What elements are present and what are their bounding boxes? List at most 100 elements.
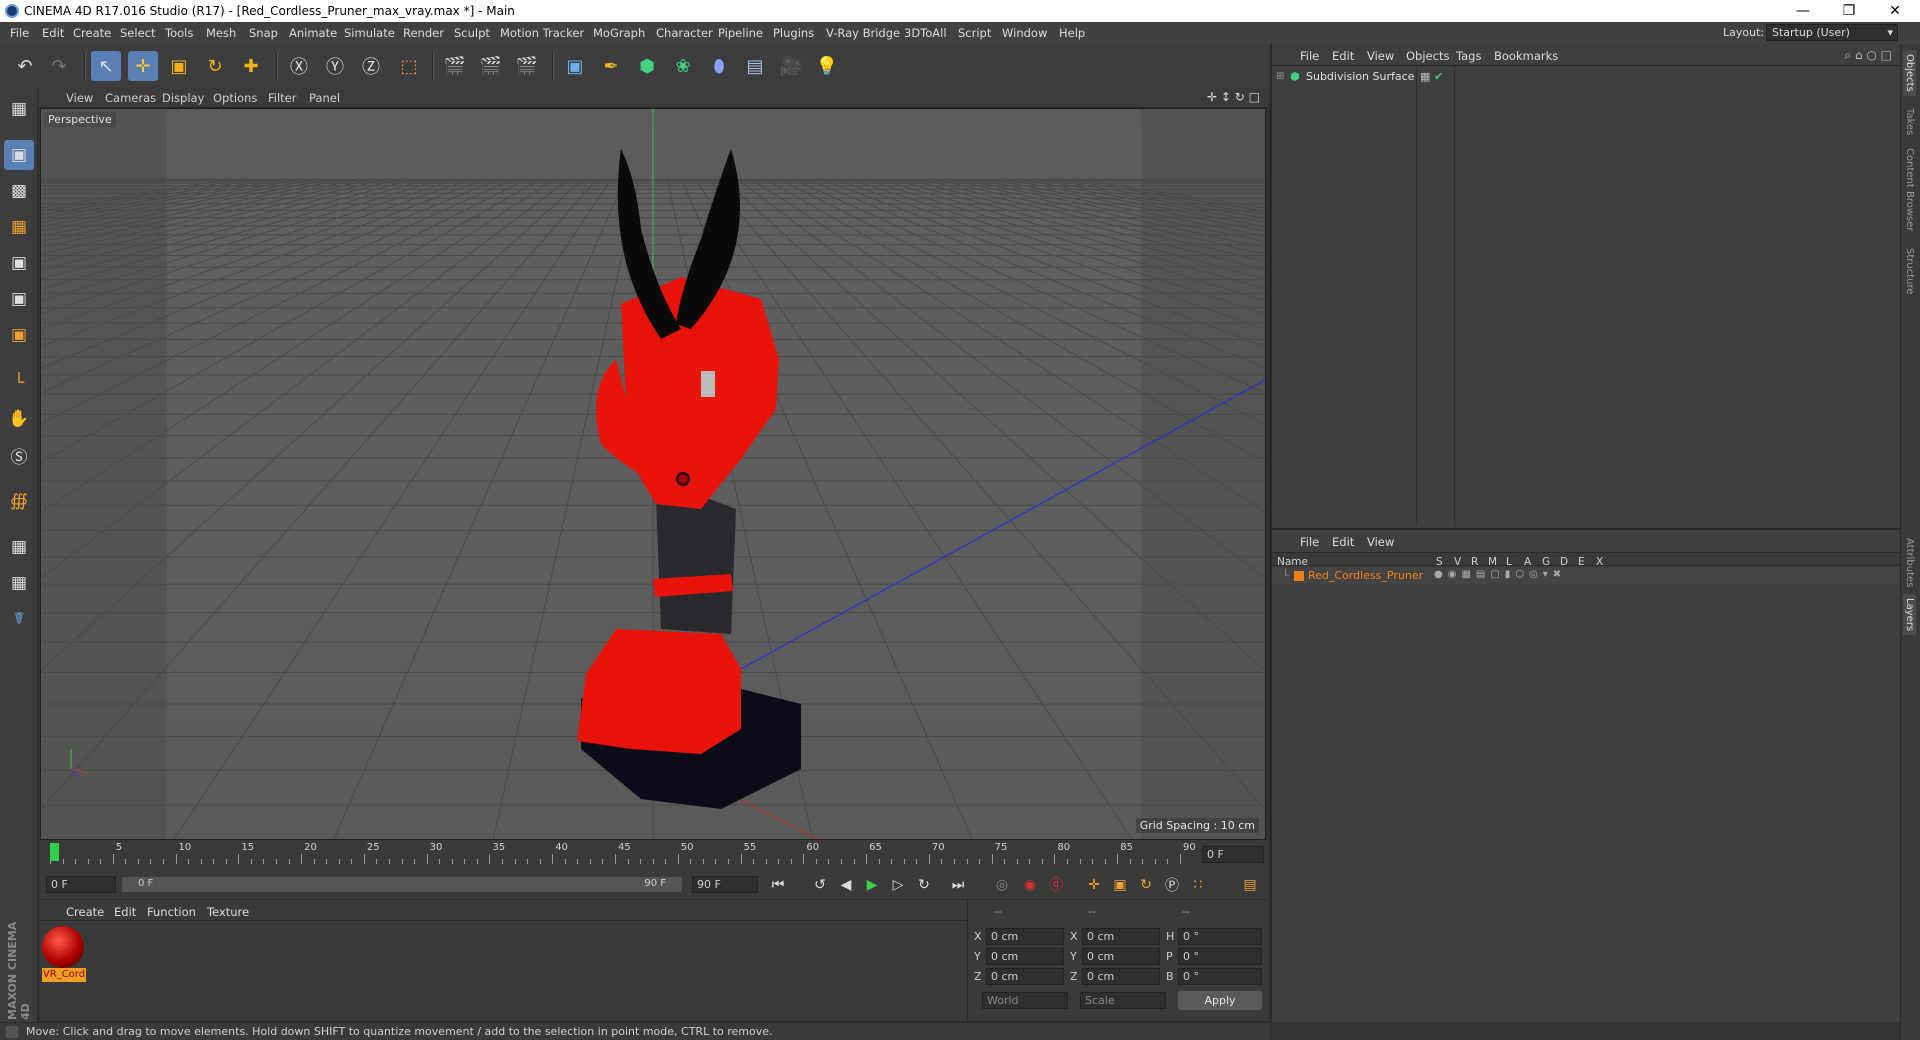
menu-help[interactable]: Help <box>1059 26 1085 40</box>
menu-character[interactable]: Character <box>656 26 713 40</box>
grid-snap-icon[interactable]: ▦ <box>4 568 34 598</box>
key-scale-icon[interactable]: ▣ <box>1108 874 1132 896</box>
cube-primitive-icon[interactable]: ▣ <box>560 51 590 81</box>
position-x-field[interactable]: 0 cm <box>986 928 1064 945</box>
menu-render[interactable]: Render <box>403 26 444 40</box>
material-menu-edit[interactable]: Edit <box>114 905 136 919</box>
menu-sculpt[interactable]: Sculpt <box>454 26 490 40</box>
world-coordinates-icon[interactable]: ⬚ <box>394 51 424 81</box>
texture-mode-icon[interactable]: ▩ <box>4 176 34 206</box>
menu-mesh[interactable]: Mesh <box>206 26 236 40</box>
menu-edit[interactable]: Edit <box>42 26 64 40</box>
menu-script[interactable]: Script <box>958 26 991 40</box>
step-forward-icon[interactable]: ▷ <box>886 874 910 896</box>
size-mode-select[interactable]: Scale <box>1080 992 1166 1009</box>
edges-mode-icon[interactable]: ▣ <box>4 284 34 314</box>
layers-menu-view[interactable]: View <box>1367 535 1394 549</box>
menu-create[interactable]: Create <box>73 26 111 40</box>
material-menu-texture[interactable]: Texture <box>207 905 249 919</box>
layers-menu-file[interactable]: File <box>1300 535 1319 549</box>
viewport-menu-filter[interactable]: Filter <box>268 91 296 105</box>
undo-icon[interactable]: ↶ <box>10 51 40 81</box>
search-icon[interactable]: ⌕ ⌂ ○ □ <box>1844 48 1892 63</box>
record-icon[interactable]: ◉ <box>1018 874 1042 896</box>
snapping-icon[interactable]: Ⓢ <box>4 440 34 470</box>
cloner-icon[interactable]: ❀ <box>668 51 698 81</box>
position-z-field[interactable]: 0 cm <box>986 968 1064 985</box>
floor-environment-icon[interactable]: ▤ <box>740 51 770 81</box>
rotation-p-field[interactable]: 0 ° <box>1178 948 1262 965</box>
tab-layers[interactable]: Layers <box>1903 594 1916 636</box>
objects-menu-file[interactable]: File <box>1300 49 1319 63</box>
subdivision-surface-icon[interactable]: ⬢ <box>632 51 662 81</box>
menu-snap[interactable]: Snap <box>249 26 278 40</box>
goto-end-icon[interactable]: ⏭ <box>946 874 970 896</box>
material-menu-function[interactable]: Function <box>147 905 196 919</box>
layer-toggle-icons[interactable]: ●◉▦▤▢▮⬡◎▾✖ <box>1434 569 1566 580</box>
playhead[interactable] <box>50 843 59 861</box>
step-back-icon[interactable]: ◀ <box>834 874 858 896</box>
menu-motion-tracker[interactable]: Motion Tracker <box>500 26 584 40</box>
visibility-toggle-icon[interactable]: ▦ <box>1420 70 1430 83</box>
workplane-mode-icon[interactable]: ▦ <box>4 212 34 242</box>
tweak-mode-icon[interactable]: ✋ <box>4 404 34 434</box>
objects-menu-bookmarks[interactable]: Bookmarks <box>1494 49 1558 63</box>
material-swatch[interactable]: VR_Cord <box>42 926 86 984</box>
scale-tool-icon[interactable]: ▣ <box>164 51 194 81</box>
model-mode-icon[interactable]: ▣ <box>4 140 34 170</box>
objects-menu-tags[interactable]: Tags <box>1456 49 1481 63</box>
viewport-menu-view[interactable]: View <box>66 91 93 105</box>
select-arrow-icon[interactable]: ↖ <box>91 51 121 81</box>
object-row-subdivision-surface[interactable]: ⊞ ⬢ Subdivision Surface ▦ ✔ <box>1272 68 1900 86</box>
autokey-icon[interactable]: ⓠ <box>1044 874 1068 896</box>
objects-menu-view[interactable]: View <box>1367 49 1394 63</box>
pen-spline-icon[interactable]: ✒ <box>596 51 626 81</box>
live-select-icon[interactable]: ✚ <box>236 51 266 81</box>
deformer-icon[interactable]: ⬮ <box>704 51 734 81</box>
enabled-checkmark-icon[interactable]: ✔ <box>1434 70 1443 83</box>
menu-tools[interactable]: Tools <box>165 26 193 40</box>
perspective-viewport[interactable]: Perspective Grid Spacing : 10 cm <box>40 108 1266 840</box>
apply-button[interactable]: Apply <box>1178 991 1262 1010</box>
rotation-b-field[interactable]: 0 ° <box>1178 968 1262 985</box>
menu-3dtoall[interactable]: 3DToAll <box>904 26 947 40</box>
viewport-menu-panel[interactable]: Panel <box>309 91 340 105</box>
tab-takes[interactable]: Takes <box>1903 104 1916 139</box>
z-axis-lock-icon[interactable]: Ⓩ <box>356 51 386 81</box>
light-bulb-icon[interactable]: 💡 <box>812 51 842 81</box>
render-view-icon[interactable]: 🎬 <box>440 51 470 81</box>
rotation-h-field[interactable]: 0 ° <box>1178 928 1262 945</box>
minimize-button[interactable]: — <box>1780 1 1826 21</box>
tab-objects[interactable]: Objects <box>1903 50 1916 96</box>
menu-plugins[interactable]: Plugins <box>773 26 814 40</box>
key-parameter-icon[interactable]: Ⓟ <box>1160 874 1184 896</box>
keyframe-selection-icon[interactable]: ◎ <box>990 874 1014 896</box>
expand-icon[interactable]: ⊞ <box>1276 71 1284 82</box>
frame-range-slider[interactable]: 0 F 90 F <box>122 877 682 892</box>
previous-key-icon[interactable]: ↺ <box>808 874 832 896</box>
restore-button[interactable]: ❐ <box>1826 1 1872 21</box>
menu-simulate[interactable]: Simulate <box>344 26 395 40</box>
menu-animate[interactable]: Animate <box>289 26 337 40</box>
key-rotation-icon[interactable]: ↻ <box>1134 874 1158 896</box>
key-pla-icon[interactable]: ∷ <box>1186 874 1210 896</box>
move-tool-icon[interactable]: ✛ <box>128 51 158 81</box>
current-frame-field[interactable]: 0 F <box>1202 846 1264 863</box>
menu-vray-bridge[interactable]: V-Ray Bridge <box>826 26 900 40</box>
objects-menu-objects[interactable]: Objects <box>1406 49 1449 63</box>
start-frame-field[interactable]: 0 F <box>46 876 116 893</box>
render-picture-viewer-icon[interactable]: 🎬 <box>476 51 506 81</box>
viewport-navigation-icons[interactable]: ✛ ↕ ↻ □ <box>1207 90 1260 104</box>
rotate-tool-icon[interactable]: ↻ <box>200 51 230 81</box>
viewport-menu-options[interactable]: Options <box>213 91 257 105</box>
position-y-field[interactable]: 0 cm <box>986 948 1064 965</box>
size-y-field[interactable]: 0 cm <box>1082 948 1160 965</box>
play-icon[interactable]: ▶ <box>860 874 884 896</box>
tab-structure[interactable]: Structure <box>1903 244 1916 299</box>
menu-select[interactable]: Select <box>120 26 155 40</box>
camera-icon[interactable]: 🎥 <box>776 51 806 81</box>
menu-mograph[interactable]: MoGraph <box>593 26 645 40</box>
polygons-mode-icon[interactable]: ▣ <box>4 320 34 350</box>
goto-start-icon[interactable]: ⏮ <box>766 874 790 896</box>
layer-row[interactable]: └ Red_Cordless_Pruner ●◉▦▤▢▮⬡◎▾✖ <box>1272 568 1900 584</box>
